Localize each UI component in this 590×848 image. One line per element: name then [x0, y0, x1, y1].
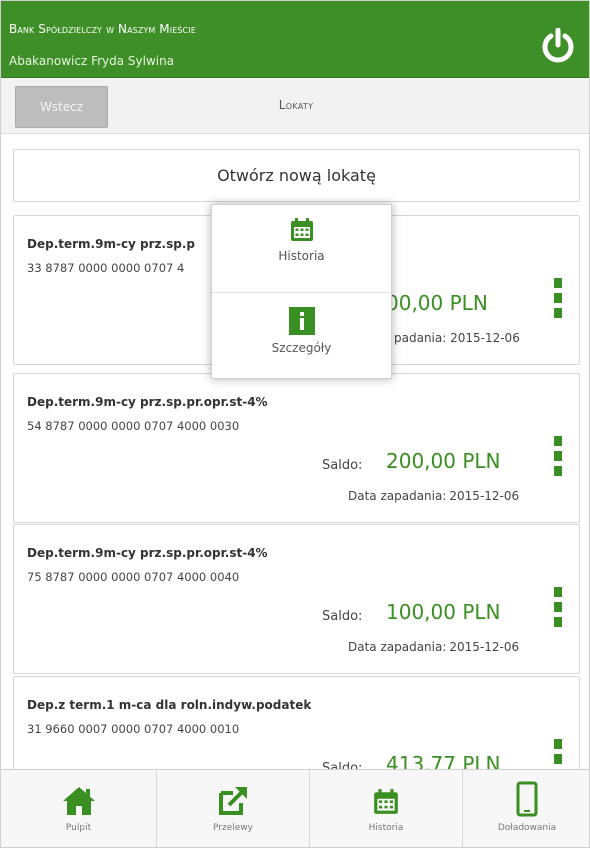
more-menu-icon[interactable]	[552, 436, 564, 476]
phone-icon	[516, 781, 538, 817]
menu-item-label: Szczegóły	[271, 341, 332, 355]
bank-name: Bank Spółdzielczy w Naszym Mieście	[9, 22, 196, 36]
tab-label: Historia	[368, 823, 404, 833]
more-menu-icon[interactable]	[552, 278, 564, 318]
bottom-tab-bar: Pulpit Przelewy Historia Doładowania	[1, 769, 589, 847]
more-menu-icon[interactable]	[552, 587, 564, 627]
deposit-card[interactable]: Dep.term.9m-cy prz.sp.pr.opr.st-4% 75 87…	[13, 524, 580, 674]
deposit-balance: 00,00 PLN	[386, 291, 488, 315]
deposit-account: 31 9660 0007 0000 0707 4000 0010	[27, 722, 240, 736]
deposit-card[interactable]: Dep.term.9m-cy prz.sp.pr.opr.st-4% 54 87…	[13, 373, 580, 523]
calendar-icon	[290, 218, 313, 241]
info-icon	[288, 307, 315, 335]
context-menu: Historia Szczegóły	[211, 204, 392, 379]
nav-bar: Wstecz Lokaty	[1, 78, 589, 134]
menu-item-label: Historia	[278, 249, 325, 263]
balance-label: Saldo:	[322, 609, 363, 624]
user-name: Abakanowicz Fryda Sylwina	[9, 54, 175, 68]
deposit-maturity: padania: 2015-12-06	[394, 331, 520, 345]
deposit-account: 33 8787 0000 0000 0707 4	[27, 261, 185, 275]
tab-label: Pulpit	[65, 823, 92, 833]
deposit-balance: 200,00 PLN	[386, 449, 501, 473]
deposit-balance: 100,00 PLN	[386, 600, 501, 624]
deposit-name: Dep.z term.1 m-ca dla roln.indyw.podatek	[27, 698, 312, 712]
open-deposit-button[interactable]: Otwórz nową lokatę	[13, 149, 580, 202]
menu-item-details[interactable]: Szczegóły	[212, 292, 391, 379]
tab-pulpit[interactable]: Pulpit	[1, 770, 157, 847]
deposit-maturity: Data zapadania: 2015-12-06	[345, 640, 519, 654]
page-title: Lokaty	[278, 98, 314, 112]
app-frame: Bank Spółdzielczy w Naszym Mieście Abaka…	[0, 0, 590, 848]
home-icon	[62, 787, 95, 815]
deposit-name: Dep.term.9m-cy prz.sp.p	[27, 237, 195, 251]
transfer-icon	[219, 787, 247, 815]
maturity-label: Data zapadania:	[348, 640, 447, 654]
logout-button[interactable]	[535, 20, 581, 72]
deposit-account: 54 8787 0000 0000 0707 4000 0030	[27, 419, 240, 433]
tab-historia[interactable]: Historia	[310, 770, 463, 847]
header: Bank Spółdzielczy w Naszym Mieście Abaka…	[1, 1, 589, 78]
maturity-date: 2015-12-06	[449, 489, 520, 503]
tab-przelewy[interactable]: Przelewy	[157, 770, 310, 847]
deposit-maturity: Data zapadania: 2015-12-06	[345, 489, 519, 503]
calendar-icon	[374, 789, 398, 814]
tab-label: Przelewy	[213, 823, 253, 833]
maturity-label: Data zapadania:	[348, 489, 447, 503]
deposit-name: Dep.term.9m-cy prz.sp.pr.opr.st-4%	[27, 546, 268, 560]
tab-doladowania[interactable]: Doładowania	[463, 770, 589, 847]
tab-label: Doładowania	[497, 823, 557, 833]
menu-item-history[interactable]: Historia	[212, 205, 391, 292]
deposit-name: Dep.term.9m-cy prz.sp.pr.opr.st-4%	[27, 395, 268, 409]
deposit-account: 75 8787 0000 0000 0707 4000 0040	[27, 570, 240, 584]
balance-label: Saldo:	[322, 458, 363, 473]
power-icon	[542, 28, 574, 63]
maturity-date: 2015-12-06	[449, 640, 520, 654]
